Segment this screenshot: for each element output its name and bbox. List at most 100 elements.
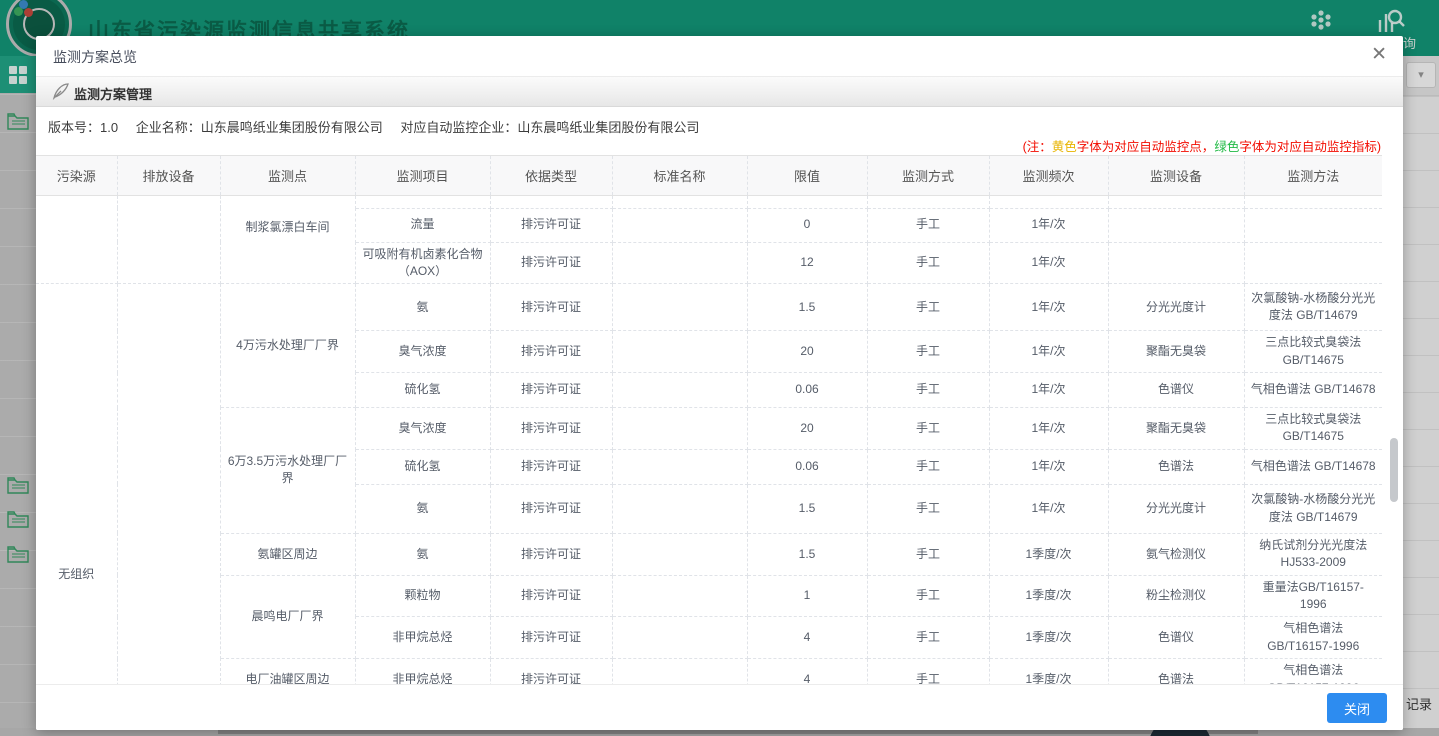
table-cell: 聚酯无臭袋 <box>1108 331 1244 373</box>
table-cell: 氨气检测仪 <box>1108 533 1244 575</box>
table-cell: 无组织 <box>36 284 117 685</box>
table-cell: 4万污水处理厂厂界 <box>220 284 355 408</box>
table-cell: 1年/次 <box>989 208 1108 242</box>
table-cell <box>612 196 747 208</box>
table-row: 电厂油罐区周边非甲烷总烃排污许可证4手工1季度/次色谱法气相色谱法 GB/T16… <box>36 659 1382 685</box>
table-cell <box>612 484 747 533</box>
table-cell: 可吸附有机卤素化合物（AOX） <box>355 242 490 284</box>
table-cell: 色谱法 <box>1108 449 1244 484</box>
note-part: 字体为对应自动监控指标) <box>1239 140 1381 154</box>
column-header: 监测频次 <box>989 156 1108 196</box>
plan-info-line: 版本号：1.0 企业名称：山东晨鸣纸业集团股份有限公司 对应自动监控企业：山东晨… <box>48 117 713 136</box>
table-cell <box>612 242 747 284</box>
table-cell <box>747 196 867 208</box>
table-cell: 排污许可证 <box>490 331 612 373</box>
company-text: 企业名称：山东晨鸣纸业集团股份有限公司 <box>136 120 383 135</box>
table-cell: 手工 <box>867 373 989 408</box>
table-cell: 1年/次 <box>989 242 1108 284</box>
table-row: 氨罐区周边氨排污许可证1.5手工1季度/次氨气检测仪纳氏试剂分光光度法HJ533… <box>36 533 1382 575</box>
table-cell <box>1108 196 1244 208</box>
table-cell: 1.5 <box>747 284 867 331</box>
table-cell: 排污许可证 <box>490 373 612 408</box>
table-cell: 氨罐区周边 <box>220 533 355 575</box>
table-cell: 手工 <box>867 242 989 284</box>
table-cell: 聚酯无臭袋 <box>1108 408 1244 450</box>
table-cell: 1年/次 <box>989 331 1108 373</box>
table-cell: 色谱法 <box>1108 659 1244 685</box>
table-row: 制浆氯漂白车间 <box>36 196 1382 208</box>
table-cell: 排污许可证 <box>490 242 612 284</box>
column-header: 监测点 <box>220 156 355 196</box>
table-cell: 手工 <box>867 533 989 575</box>
table-cell: 4 <box>747 617 867 659</box>
column-header: 监测项目 <box>355 156 490 196</box>
column-header: 限值 <box>747 156 867 196</box>
table-cell: 排污许可证 <box>490 484 612 533</box>
note-part: 黄色 <box>1052 140 1077 154</box>
table-cell: 排污许可证 <box>490 659 612 685</box>
column-header: 依据类型 <box>490 156 612 196</box>
table-cell: 次氯酸钠-水杨酸分光光度法 GB/T14679 <box>1244 284 1382 331</box>
table-cell <box>612 408 747 450</box>
table-cell <box>355 196 490 208</box>
table-header-row: 污染源排放设备监测点监测项目依据类型标准名称限值监测方式监测频次监测设备监测方法 <box>36 156 1382 196</box>
table-cell: 手工 <box>867 575 989 617</box>
table-cell: 臭气浓度 <box>355 331 490 373</box>
table-row: 晨鸣电厂厂界颗粒物排污许可证1手工1季度/次粉尘检测仪重量法GB/T16157-… <box>36 575 1382 617</box>
table-cell: 排污许可证 <box>490 208 612 242</box>
auto-company-text: 对应自动监控企业：山东晨鸣纸业集团股份有限公司 <box>400 120 699 135</box>
table-cell <box>867 196 989 208</box>
close-button[interactable]: 关闭 <box>1327 693 1387 723</box>
table-cell <box>1244 242 1382 284</box>
close-icon[interactable]: ✕ <box>1371 44 1387 66</box>
table-cell: 非甲烷总烃 <box>355 659 490 685</box>
table-cell <box>612 575 747 617</box>
table-cell: 次氯酸钠-水杨酸分光光度法 GB/T14679 <box>1244 484 1382 533</box>
modal-infoband: 版本号：1.0 企业名称：山东晨鸣纸业集团股份有限公司 对应自动监控企业：山东晨… <box>36 107 1403 155</box>
table-cell: 气相色谱法 GB/T14678 <box>1244 373 1382 408</box>
table-cell: 色谱仪 <box>1108 617 1244 659</box>
table-cell: 颗粒物 <box>355 575 490 617</box>
column-header: 污染源 <box>36 156 117 196</box>
table-cell: 1年/次 <box>989 484 1108 533</box>
table-cell: 1季度/次 <box>989 617 1108 659</box>
monitoring-table: 制浆氯漂白车间流量排污许可证0手工1年/次可吸附有机卤素化合物（AOX）排污许可… <box>36 196 1382 685</box>
table-cell: 制浆氯漂白车间 <box>220 196 355 284</box>
table-scrollbar-thumb[interactable] <box>1390 438 1398 502</box>
table-cell: 1年/次 <box>989 408 1108 450</box>
table-cell: 纳氏试剂分光光度法HJ533-2009 <box>1244 533 1382 575</box>
table-cell: 手工 <box>867 659 989 685</box>
table-cell: 氨 <box>355 484 490 533</box>
table-cell: 臭气浓度 <box>355 408 490 450</box>
table-cell: 手工 <box>867 484 989 533</box>
table-cell <box>36 196 117 284</box>
monitoring-plan-modal: 监测方案总览 ✕ 监测方案管理 版本号：1.0 企业名称：山东晨鸣纸业集团股份有… <box>36 36 1403 730</box>
table-cell: 硫化氢 <box>355 449 490 484</box>
table-cell: 手工 <box>867 331 989 373</box>
table-cell: 手工 <box>867 617 989 659</box>
table-cell <box>612 331 747 373</box>
note-part: 绿色 <box>1214 140 1239 154</box>
table-cell: 气相色谱法 GB/T14678 <box>1244 449 1382 484</box>
table-cell: 排污许可证 <box>490 408 612 450</box>
table-cell: 三点比较式臭袋法 GB/T14675 <box>1244 408 1382 450</box>
table-scroll-viewport[interactable]: 制浆氯漂白车间流量排污许可证0手工1年/次可吸附有机卤素化合物（AOX）排污许可… <box>36 196 1403 685</box>
table-cell <box>1108 242 1244 284</box>
modal-footer: 关闭 <box>36 684 1403 730</box>
table-cell: 电厂油罐区周边 <box>220 659 355 685</box>
table-row: 6万3.5万污水处理厂厂界臭气浓度排污许可证20手工1年/次聚酯无臭袋三点比较式… <box>36 408 1382 450</box>
table-cell: 分光光度计 <box>1108 284 1244 331</box>
table-cell: 12 <box>747 242 867 284</box>
modal-titlebar: 监测方案总览 ✕ <box>36 36 1403 77</box>
table-cell: 手工 <box>867 208 989 242</box>
table-cell: 20 <box>747 331 867 373</box>
table-cell <box>1244 208 1382 242</box>
table-cell <box>1244 196 1382 208</box>
table-cell: 1年/次 <box>989 373 1108 408</box>
table-cell: 粉尘检测仪 <box>1108 575 1244 617</box>
modal-toolbar: 监测方案管理 <box>36 77 1403 107</box>
table-cell: 非甲烷总烃 <box>355 617 490 659</box>
version-text: 版本号：1.0 <box>48 120 118 135</box>
table-cell <box>117 196 220 284</box>
table-cell: 0 <box>747 208 867 242</box>
